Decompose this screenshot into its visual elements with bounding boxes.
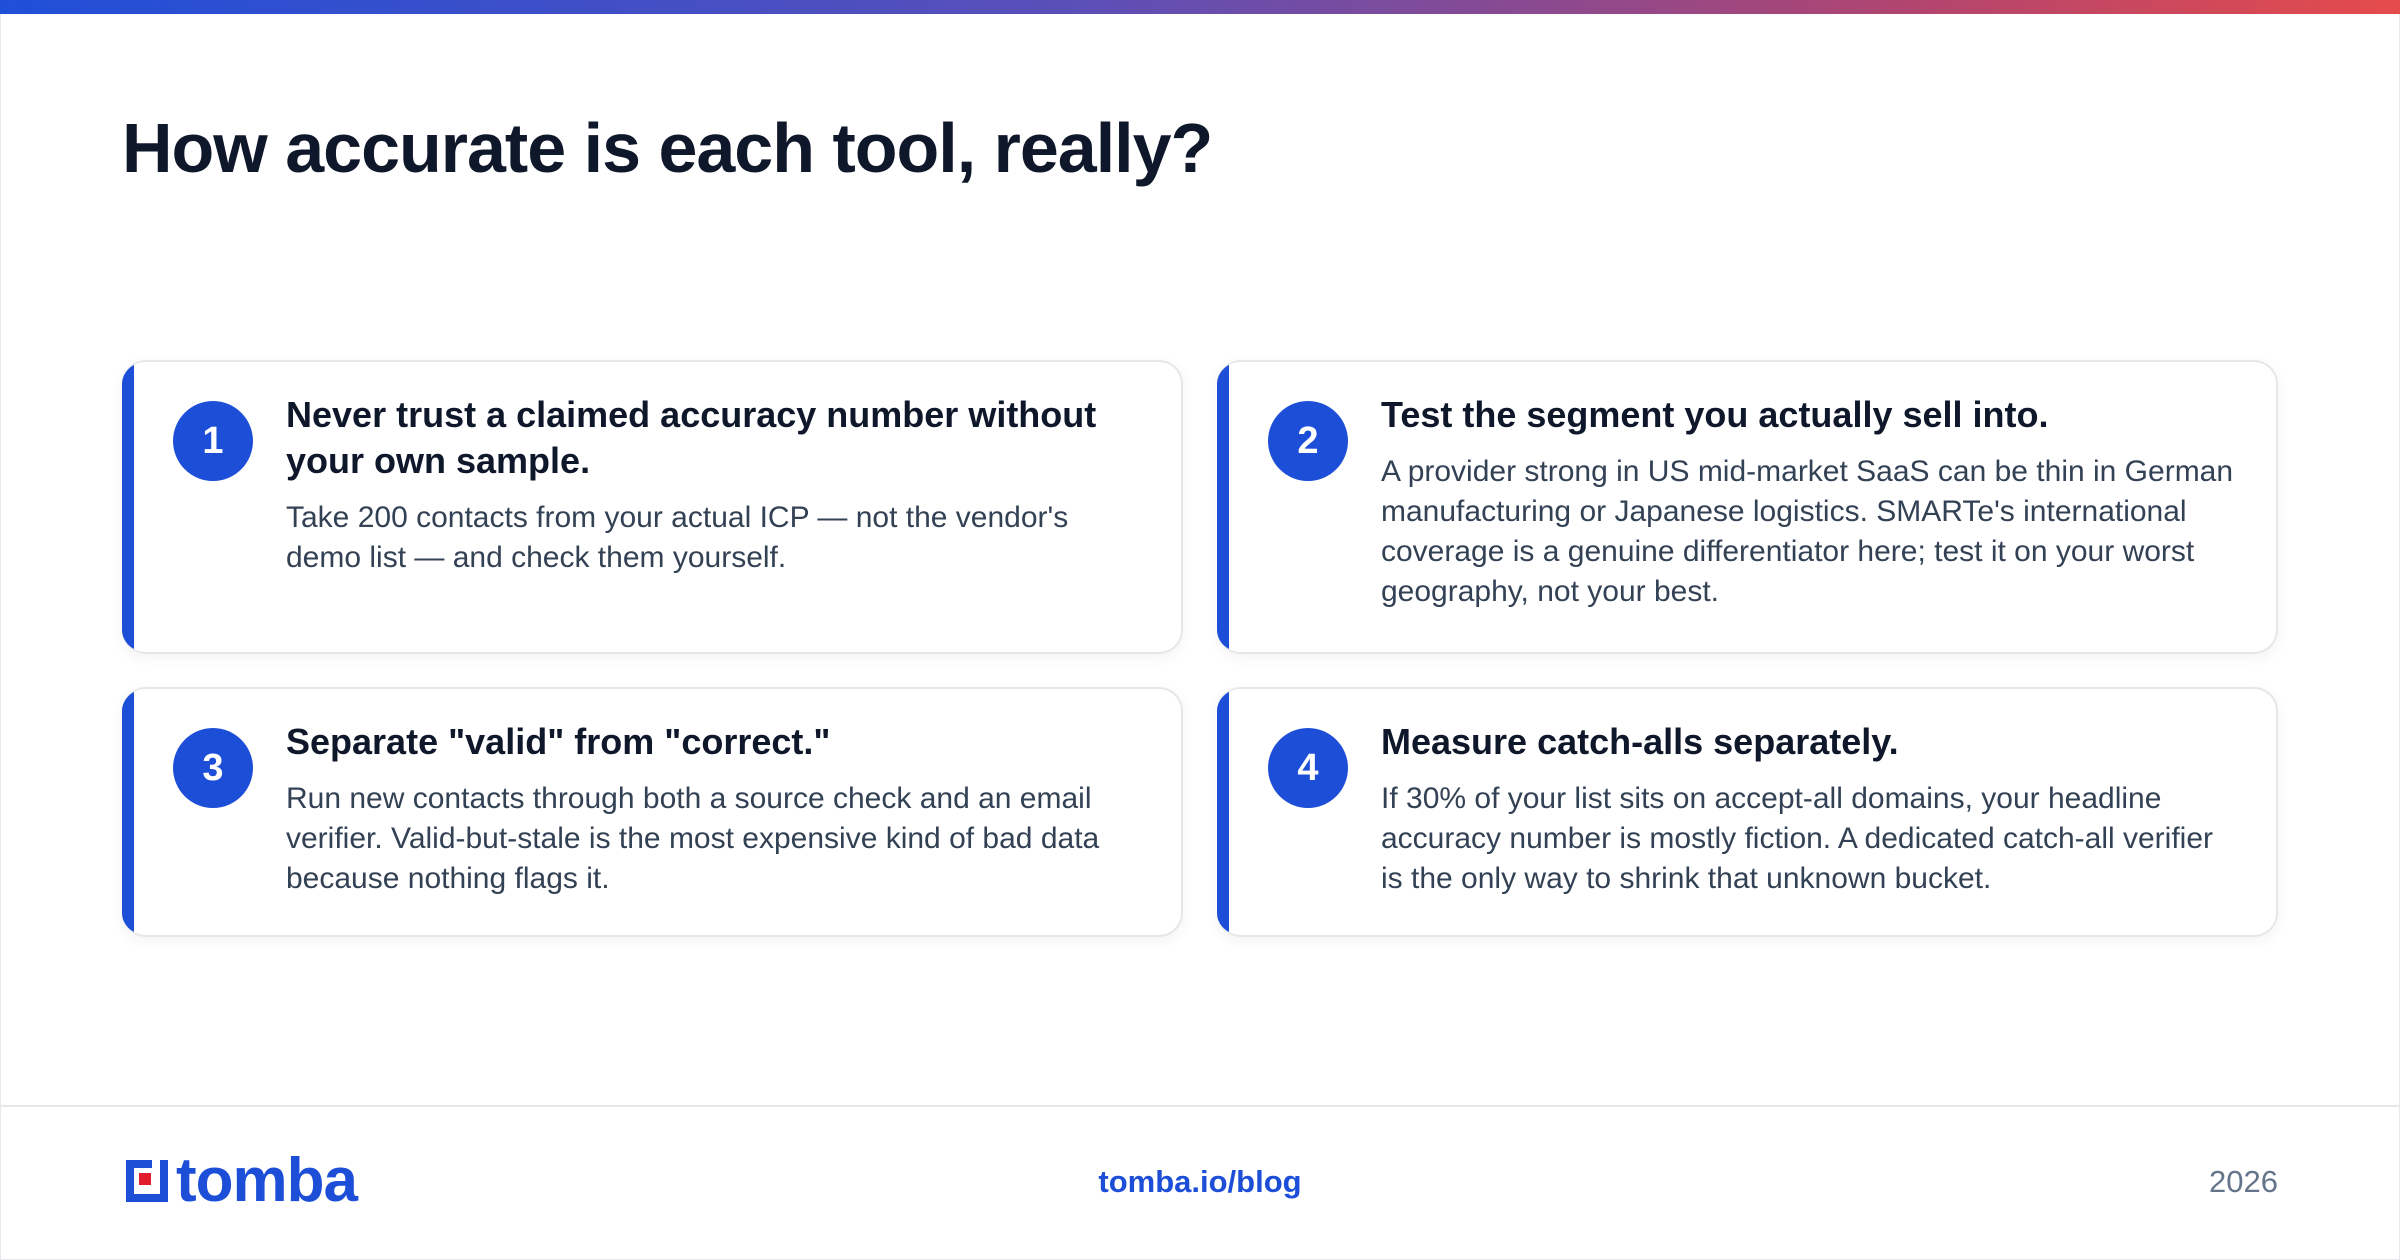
tip-title: Test the segment you actually sell into. [1381, 394, 2049, 435]
page-title: How accurate is each tool, really? [122, 109, 1213, 187]
tip-text: If 30% of your list sits on accept-all d… [1381, 782, 2214, 895]
tip-card-4: 4 Measure catch-alls separately. If 30% … [1217, 687, 2278, 937]
blog-link[interactable]: tomba.io/blog [0, 1164, 2400, 1200]
footer-year: 2026 [2209, 1164, 2278, 1199]
tip-number-badge: 3 [173, 728, 253, 808]
tip-number-badge: 2 [1268, 401, 1348, 481]
tip-text: A provider strong in US mid-market SaaS … [1381, 455, 2234, 608]
tip-card-body: Separate "valid" from "correct." Run new… [286, 719, 1145, 899]
tip-title: Measure catch-alls separately. [1381, 721, 1899, 762]
gradient-top-bar [0, 0, 2400, 14]
tip-number-badge: 1 [173, 401, 253, 481]
footer-divider [0, 1105, 2400, 1107]
tip-card-1: 1 Never trust a claimed accuracy number … [122, 360, 1183, 654]
tip-title: Never trust a claimed accuracy number wi… [286, 394, 1097, 481]
tip-title: Separate "valid" from "correct." [286, 721, 831, 762]
tip-text: Take 200 contacts from your actual ICP —… [286, 501, 1069, 574]
tips-grid: 1 Never trust a claimed accuracy number … [122, 360, 2278, 937]
tip-card-body: Test the segment you actually sell into.… [1381, 392, 2240, 612]
tip-number-badge: 4 [1268, 728, 1348, 808]
tip-card-3: 3 Separate "valid" from "correct." Run n… [122, 687, 1183, 937]
tip-card-body: Measure catch-alls separately. If 30% of… [1381, 719, 2240, 899]
tip-card-body: Never trust a claimed accuracy number wi… [286, 392, 1145, 578]
tip-text: Run new contacts through both a source c… [286, 782, 1100, 895]
tip-card-2: 2 Test the segment you actually sell int… [1217, 360, 2278, 654]
